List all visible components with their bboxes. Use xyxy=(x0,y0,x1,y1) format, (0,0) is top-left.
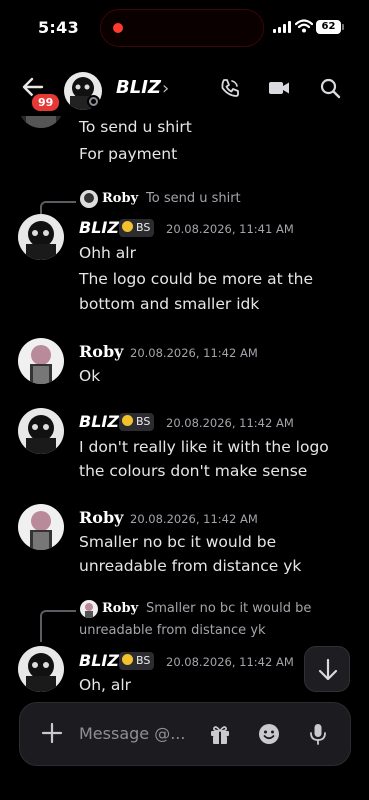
reply-connector xyxy=(40,610,76,642)
skull-icon xyxy=(122,415,133,426)
cellular-signal-icon xyxy=(273,21,291,33)
gift-icon[interactable] xyxy=(208,722,232,746)
message-text: Oh, alr xyxy=(79,676,132,694)
chat-title[interactable]: BLIZ xyxy=(116,77,161,98)
message-text: The logo could be more at the xyxy=(79,270,314,288)
avatar[interactable] xyxy=(18,504,64,550)
call-icon[interactable] xyxy=(219,77,241,99)
message-text: the colours don't make sense xyxy=(79,462,308,480)
role-label: BS xyxy=(136,415,151,428)
message-text: To send u shirt xyxy=(79,118,192,136)
reply-text[interactable]: To send u shirt xyxy=(146,191,241,206)
avatar[interactable] xyxy=(18,116,64,128)
message-composer[interactable]: Message @... xyxy=(19,702,351,766)
message-input[interactable]: Message @... xyxy=(79,724,185,743)
message-text: unreadable from distance yk xyxy=(79,557,302,575)
unread-badge: 99 xyxy=(30,92,62,113)
message-list[interactable]: To send u shirt For payment Roby To send… xyxy=(0,116,369,700)
message-author[interactable]: Roby xyxy=(79,342,123,361)
role-label: BS xyxy=(136,654,151,667)
video-icon[interactable] xyxy=(268,77,290,99)
role-badge[interactable]: BS xyxy=(119,219,155,237)
mic-icon[interactable] xyxy=(306,722,330,746)
message-text: For payment xyxy=(79,145,178,163)
avatar[interactable] xyxy=(18,338,64,384)
reply-author[interactable]: Roby xyxy=(102,191,138,206)
message-text: Smaller no bc it would be xyxy=(79,533,277,551)
battery-indicator: 62 xyxy=(316,20,344,34)
role-label: BS xyxy=(136,221,151,234)
avatar[interactable] xyxy=(18,408,64,454)
message-author[interactable]: BLIZ xyxy=(79,412,119,431)
recording-dot-icon xyxy=(113,23,123,33)
avatar xyxy=(80,600,98,618)
message-timestamp: 20.08.2026, 11:42 AM xyxy=(130,512,258,526)
chat-header: 99 BLIZ › xyxy=(0,60,369,116)
message-text: I don't really like it with the logo xyxy=(79,438,329,456)
reply-author[interactable]: Roby xyxy=(102,601,138,616)
message-timestamp: 20.08.2026, 11:42 AM xyxy=(166,416,294,430)
message-timestamp: 20.08.2026, 11:42 AM xyxy=(166,655,294,669)
message-author[interactable]: Roby xyxy=(79,508,123,527)
role-badge[interactable]: BS xyxy=(119,413,155,431)
message-text: Ok xyxy=(79,367,101,385)
wifi-icon xyxy=(295,19,313,33)
message-text: bottom and smaller idk xyxy=(79,295,260,313)
emoji-icon[interactable] xyxy=(257,722,281,746)
skull-icon xyxy=(122,654,133,665)
message-text: Ohh alr xyxy=(79,244,136,262)
search-icon[interactable] xyxy=(319,77,341,99)
message-author[interactable]: BLIZ xyxy=(79,218,119,237)
avatar[interactable] xyxy=(18,646,64,692)
status-time: 5:43 xyxy=(38,18,79,37)
reply-text[interactable]: unreadable from distance yk xyxy=(79,623,266,638)
dynamic-island xyxy=(100,9,264,47)
status-bar: 5:43 62 xyxy=(0,0,369,56)
avatar xyxy=(80,190,98,208)
avatar[interactable] xyxy=(18,214,64,260)
reply-connector xyxy=(40,201,76,215)
message-author[interactable]: BLIZ xyxy=(79,651,119,670)
message-timestamp: 20.08.2026, 11:42 AM xyxy=(130,346,258,360)
chevron-right-icon[interactable]: › xyxy=(162,78,169,99)
role-badge[interactable]: BS xyxy=(119,652,155,670)
plus-icon[interactable] xyxy=(40,721,64,745)
jump-to-latest-button[interactable] xyxy=(304,646,350,692)
message-timestamp: 20.08.2026, 11:41 AM xyxy=(166,222,294,236)
offline-status-icon xyxy=(87,95,100,108)
arrow-down-icon xyxy=(318,658,338,681)
skull-icon xyxy=(122,221,133,232)
reply-text[interactable]: Smaller no bc it would be xyxy=(146,601,311,616)
